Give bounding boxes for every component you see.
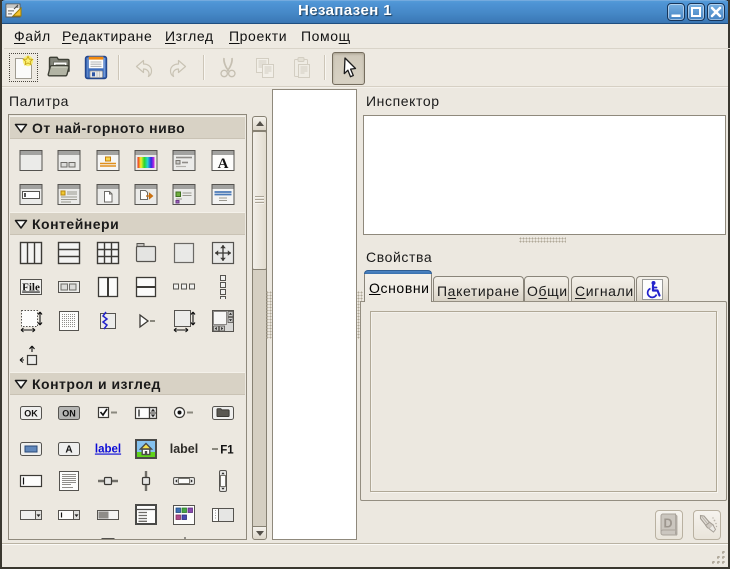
svg-text:label: label <box>170 442 199 456</box>
svg-text:OK: OK <box>24 409 38 419</box>
svg-text:label: label <box>95 444 121 456</box>
svg-text:D: D <box>663 517 672 531</box>
svg-text:ON: ON <box>62 409 76 419</box>
svg-text:File: File <box>22 282 40 294</box>
svg-text:F1: F1 <box>220 445 234 457</box>
svg-text:A: A <box>65 445 72 456</box>
svg-text:A: A <box>218 156 229 172</box>
